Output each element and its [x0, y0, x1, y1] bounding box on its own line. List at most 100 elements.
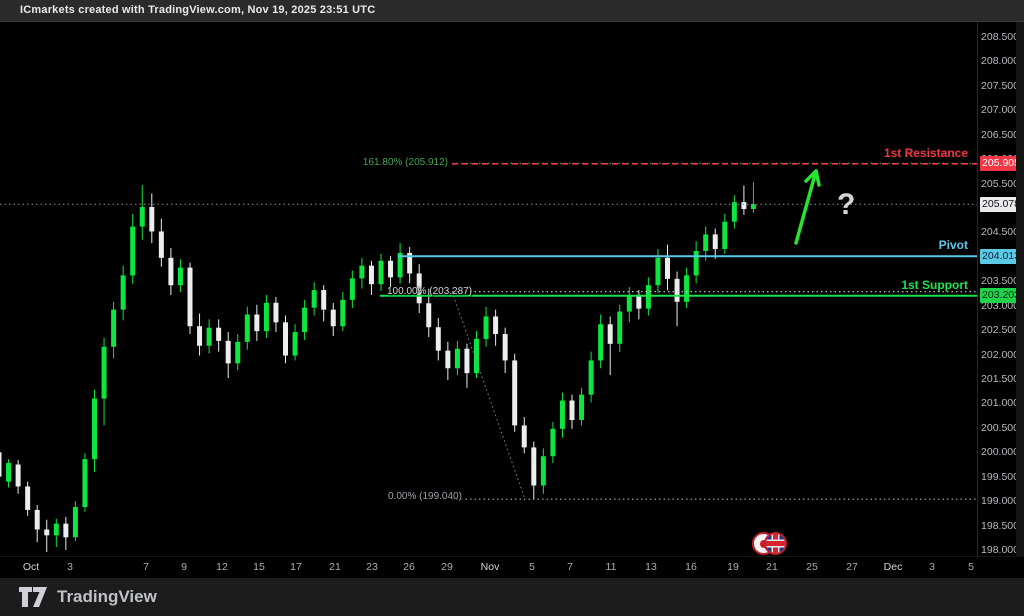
candle-body	[168, 258, 173, 285]
time-label-16: 16	[685, 561, 697, 573]
candle-body	[722, 222, 727, 249]
candle-body	[321, 290, 326, 310]
fib-100-label[interactable]: 100.00% (203.287)	[387, 286, 472, 297]
economic-event-icon[interactable]	[752, 532, 788, 556]
time-label-Oct: Oct	[23, 561, 39, 573]
candle-body	[331, 310, 336, 327]
candle-body	[216, 328, 221, 341]
candle-body	[0, 452, 2, 476]
candle-body	[44, 529, 49, 535]
candle-body	[283, 322, 288, 355]
time-label-5: 5	[529, 561, 535, 573]
time-label-Nov: Nov	[481, 561, 500, 573]
time-label-29: 29	[441, 561, 453, 573]
candle-body	[73, 507, 78, 537]
pivot-label[interactable]: Pivot	[939, 238, 968, 252]
candle-body	[350, 278, 355, 299]
candle-body	[359, 266, 364, 279]
candle-body	[92, 399, 97, 460]
candle-body	[541, 456, 546, 485]
time-label-9: 9	[181, 561, 187, 573]
candle-body	[655, 258, 660, 285]
candle-body	[159, 231, 164, 257]
candle-body	[493, 316, 498, 334]
time-label-12: 12	[216, 561, 228, 573]
right-margin-strip	[1016, 22, 1024, 578]
time-label-26: 26	[403, 561, 415, 573]
candle-body	[35, 510, 40, 530]
candle-body	[130, 227, 135, 276]
candle-body	[675, 279, 680, 302]
candle-body	[579, 395, 584, 420]
time-axis[interactable]: Oct37912151721232629Nov5711131619212527D…	[0, 556, 1024, 578]
candle-body	[178, 268, 183, 286]
candle-body	[111, 310, 116, 347]
candle-body	[226, 341, 231, 363]
candle-body	[54, 524, 59, 536]
candle-body	[550, 429, 555, 456]
candle-body	[531, 447, 536, 485]
candle-body	[436, 327, 441, 350]
candle-body	[627, 295, 632, 312]
candle-body	[713, 234, 718, 249]
time-label-11: 11	[606, 561, 617, 573]
candle-body	[369, 266, 374, 285]
tradingview-window: ICmarkets created with TradingView.com, …	[0, 0, 1024, 616]
time-label-5: 5	[968, 561, 974, 573]
time-label-7: 7	[567, 561, 573, 573]
candle-body	[512, 360, 517, 425]
time-label-17: 17	[290, 561, 302, 573]
candle-body	[484, 316, 489, 338]
time-label-3: 3	[929, 561, 935, 573]
candle-body	[121, 275, 126, 309]
resistance-label[interactable]: 1st Resistance	[884, 146, 968, 160]
question-mark-annotation[interactable]: ?	[837, 188, 855, 222]
time-label-23: 23	[366, 561, 378, 573]
candle-body	[703, 234, 708, 251]
time-label-7: 7	[143, 561, 149, 573]
chart-area[interactable]: 161.80% (205.912) 100.00% (203.287) 0.00…	[0, 22, 977, 556]
candle-body	[617, 312, 622, 344]
tradingview-logo-icon[interactable]	[18, 585, 48, 609]
tradingview-brand-text[interactable]: TradingView	[57, 587, 157, 607]
candle-body	[455, 349, 460, 369]
support-label[interactable]: 1st Support	[901, 278, 968, 292]
candle-body	[340, 300, 345, 326]
candle-body	[149, 207, 154, 231]
candle-body	[560, 400, 565, 428]
candle-body	[140, 207, 145, 227]
candle-body	[388, 261, 393, 278]
candle-body	[293, 332, 298, 355]
candle-body	[751, 204, 756, 209]
candle-body	[503, 334, 508, 360]
candle-body	[188, 268, 193, 327]
candle-body	[741, 202, 746, 209]
candle-body	[684, 275, 689, 301]
time-label-25: 25	[806, 561, 818, 573]
candle-body	[665, 258, 670, 279]
candle-body	[379, 261, 384, 284]
candle-body	[522, 425, 527, 447]
watermark-bar: ICmarkets created with TradingView.com, …	[0, 0, 1024, 22]
candle-body	[264, 303, 269, 331]
candle-body	[197, 326, 202, 346]
candle-body	[16, 464, 21, 486]
fib-0-label[interactable]: 0.00% (199.040)	[388, 491, 462, 502]
candle-body	[646, 285, 651, 308]
candle-body	[273, 303, 278, 323]
candle-body	[445, 351, 450, 369]
candle-body	[302, 308, 307, 332]
watermark-text: ICmarkets created with TradingView.com, …	[20, 4, 375, 16]
fib-161-label[interactable]: 161.80% (205.912)	[363, 157, 448, 168]
candle-body	[312, 290, 317, 308]
candle-body	[245, 315, 250, 342]
time-label-19: 19	[727, 561, 739, 573]
candlestick-plot[interactable]	[0, 22, 977, 556]
candle-body	[598, 324, 603, 360]
time-label-27: 27	[846, 561, 858, 573]
time-label-21: 21	[329, 561, 341, 573]
time-label-21: 21	[766, 561, 778, 573]
candle-body	[732, 202, 737, 222]
time-label-3: 3	[67, 561, 73, 573]
candle-body	[608, 324, 613, 344]
